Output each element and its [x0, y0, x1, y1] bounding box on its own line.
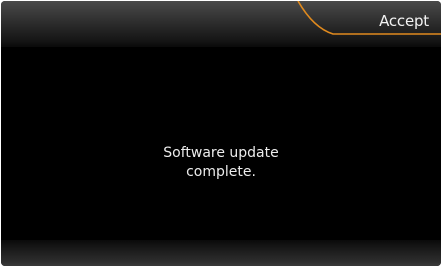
footer-bar: [1, 240, 441, 266]
message-line-1: Software update: [163, 145, 279, 161]
screen-frame: Accept Software update complete.: [1, 1, 441, 266]
accept-button[interactable]: Accept: [313, 1, 441, 41]
update-status-message: Software update complete.: [1, 144, 441, 182]
message-line-2: complete.: [186, 164, 256, 180]
accept-button-label: Accept: [379, 12, 429, 30]
header-bar: Accept: [1, 1, 441, 47]
